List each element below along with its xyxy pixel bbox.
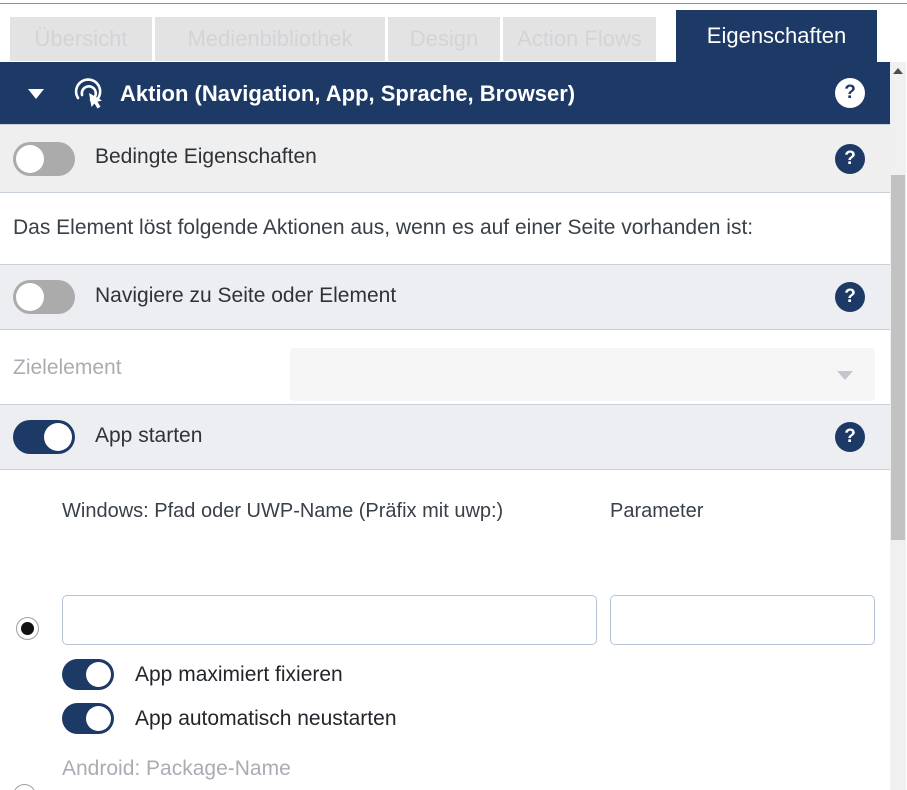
windows-path-input[interactable] xyxy=(62,595,597,645)
tab-uebersicht[interactable]: Übersicht xyxy=(10,17,152,61)
app-maximiert-label: App maximiert fixieren xyxy=(135,663,343,687)
app-starten-help-button[interactable]: ? xyxy=(835,422,865,452)
aktion-section-header[interactable]: Aktion (Navigation, App, Sprache, Browse… xyxy=(0,62,890,125)
app-neustarten-label: App automatisch neustarten xyxy=(135,707,397,731)
section-help-button[interactable]: ? xyxy=(835,78,865,108)
eigenschaften-panel: Aktion (Navigation, App, Sprache, Browse… xyxy=(0,62,890,790)
toggle-knob xyxy=(86,662,111,687)
app-maximiert-toggle[interactable] xyxy=(62,659,114,690)
toggle-knob xyxy=(44,423,72,451)
toggle-knob xyxy=(16,283,44,311)
collapse-caret-icon[interactable] xyxy=(28,89,44,99)
scrollbar-thumb[interactable] xyxy=(891,175,905,540)
app-starten-label: App starten xyxy=(95,424,202,448)
section-title: Aktion (Navigation, App, Sprache, Browse… xyxy=(120,62,575,125)
zielelement-dropdown[interactable] xyxy=(290,348,875,401)
chevron-down-icon xyxy=(837,371,853,380)
toggle-knob xyxy=(16,145,44,173)
radio-selected-dot xyxy=(21,622,34,635)
app-starten-details: Windows: Pfad oder UWP-Name (Präfix mit … xyxy=(0,470,890,790)
navigiere-help-button[interactable]: ? xyxy=(835,282,865,312)
tab-design[interactable]: Design xyxy=(388,17,500,61)
vertical-scrollbar[interactable] xyxy=(890,62,906,790)
bedingte-eigenschaften-label: Bedingte Eigenschaften xyxy=(95,145,317,169)
bedingte-eigenschaften-toggle[interactable] xyxy=(13,142,75,176)
navigiere-label: Navigiere zu Seite oder Element xyxy=(95,284,396,308)
tab-action-flows[interactable]: Action Flows xyxy=(503,17,656,61)
scrollbar-up-button[interactable] xyxy=(890,62,906,80)
windows-radio[interactable] xyxy=(16,617,39,640)
parameter-label: Parameter xyxy=(610,500,703,523)
android-package-label: Android: Package-Name xyxy=(62,757,291,781)
parameter-input[interactable] xyxy=(610,595,875,645)
row-bedingte-eigenschaften: Bedingte Eigenschaften ? xyxy=(0,125,890,193)
windows-path-label: Windows: Pfad oder UWP-Name (Präfix mit … xyxy=(62,500,503,523)
properties-panel-window: Übersicht Medienbibliothek Design Action… xyxy=(0,0,907,790)
row-zielelement: Zielelement xyxy=(0,330,890,405)
tab-eigenschaften[interactable]: Eigenschaften xyxy=(676,10,877,62)
row-app-starten: App starten ? xyxy=(0,405,890,470)
row-description: Das Element löst folgende Aktionen aus, … xyxy=(0,193,890,265)
toggle-knob xyxy=(86,706,111,731)
zielelement-label: Zielelement xyxy=(13,356,122,380)
navigiere-toggle[interactable] xyxy=(13,280,75,314)
app-neustarten-toggle[interactable] xyxy=(62,703,114,734)
row-navigiere: Navigiere zu Seite oder Element ? xyxy=(0,265,890,330)
app-starten-toggle[interactable] xyxy=(13,420,75,454)
scroll-up-arrow-icon xyxy=(893,68,903,74)
description-text: Das Element löst folgende Aktionen aus, … xyxy=(13,216,753,240)
top-divider xyxy=(0,3,907,4)
click-action-icon xyxy=(72,76,108,112)
tab-medienbibliothek[interactable]: Medienbibliothek xyxy=(155,17,385,61)
bedingte-help-button[interactable]: ? xyxy=(835,144,865,174)
